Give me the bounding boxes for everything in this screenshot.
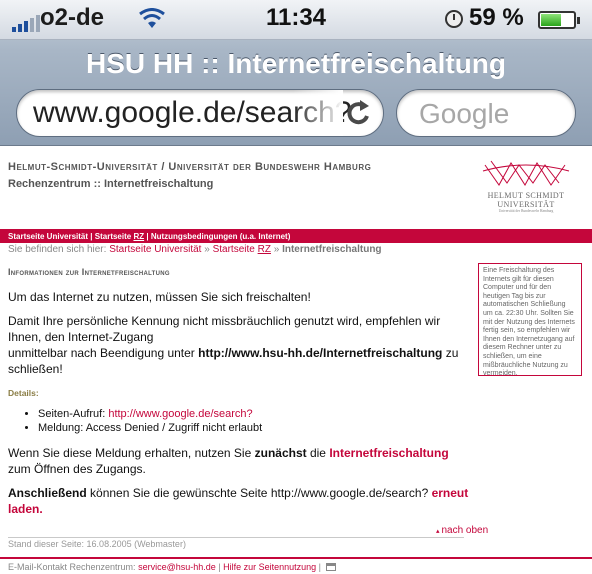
main-content: Um das Internet zu nutzen, müssen Sie si… [8, 289, 470, 525]
university-name: Helmut-Schmidt-Universität / Universität… [8, 161, 372, 173]
section-title: Informationen zur Internetfreischaltung [8, 267, 170, 277]
paragraph-instructions: Wenn Sie diese Meldung erhalten, nutzen … [8, 446, 449, 476]
help-link[interactable]: Hilfe zur Seitennutzung [223, 562, 316, 572]
details-label: Details: [8, 388, 39, 398]
footer-divider [0, 557, 592, 559]
reload-icon[interactable] [343, 96, 373, 130]
list-item: Seiten-Aufruf: http://www.google.de/sear… [38, 407, 470, 421]
page-title: HSU HH :: Internetfreischaltung [85, 48, 507, 79]
breadcrumb: Sie befinden sich hier: Startseite Unive… [8, 244, 382, 255]
search-field[interactable] [396, 89, 576, 137]
freischaltung-url: http://www.hsu-hh.de/Internetfreischaltu… [198, 346, 443, 360]
battery-percent: 59 % [469, 4, 524, 31]
back-to-top-link[interactable]: nach oben [436, 525, 488, 536]
list-item: Meldung: Access Denied / Zugriff nicht e… [38, 421, 470, 435]
status-bar: o2-de 11:34 59 % [0, 0, 592, 40]
address-bar[interactable]: www.google.de/search? [16, 89, 384, 137]
requested-url-link[interactable]: http://www.google.de/search? [108, 408, 252, 420]
nav-bar: Startseite Universität | Startseite RZ |… [0, 229, 592, 243]
search-input[interactable] [419, 98, 569, 130]
paragraph-reload: Anschließend können Sie die gewünschte S… [8, 486, 469, 516]
alarm-clock-icon [445, 10, 463, 28]
web-page: Helmut-Schmidt-Universität / Universität… [0, 147, 592, 574]
battery-icon [538, 11, 580, 29]
footer: E-Mail-Kontakt Rechenzentrum: service@hs… [8, 562, 336, 572]
page-date: Stand dieser Seite: 16.08.2005 (Webmaste… [8, 539, 186, 549]
logo-mark-icon [482, 160, 570, 186]
printer-icon[interactable] [325, 563, 336, 571]
email-link[interactable]: service@hsu-hh.de [138, 562, 216, 572]
browser-chrome: o2-de 11:34 59 % HSU HH :: Internetfreis… [0, 0, 592, 146]
divider [8, 537, 464, 538]
paragraph-recommendation: Damit Ihre persönliche Kennung nicht mis… [8, 314, 459, 376]
logo-text-1: HELMUT SCHMIDT [487, 191, 565, 200]
info-sidebox: Eine Freischaltung des Internets gilt fü… [478, 263, 582, 377]
nav-startseite-universitaet[interactable]: Startseite Universität [8, 232, 88, 241]
internetfreischaltung-link[interactable]: Internetfreischaltung [329, 446, 448, 460]
logo-text-2: UNIVERSITÄT [497, 200, 555, 209]
breadcrumb-current: Internetfreischaltung [282, 244, 382, 255]
details-list: Seiten-Aufruf: http://www.google.de/sear… [38, 407, 470, 435]
breadcrumb-link-rz[interactable]: Startseite RZ [213, 244, 271, 255]
university-logo: HELMUT SCHMIDT UNIVERSITÄT Universität d… [470, 157, 582, 221]
nav-nutzungsbedingungen[interactable]: Nutzungsbedingungen (u.a. Internet) [151, 232, 291, 241]
paragraph-intro: Um das Internet zu nutzen, müssen Sie si… [8, 290, 311, 304]
logo-text-3: Universität der Bundeswehr Hamburg [498, 209, 554, 213]
nav-startseite-rz[interactable]: Startseite RZ [95, 232, 144, 241]
site-subtitle: Rechenzentrum :: Internetfreischaltung [8, 178, 214, 190]
breadcrumb-link-universitaet[interactable]: Startseite Universität [109, 244, 201, 255]
